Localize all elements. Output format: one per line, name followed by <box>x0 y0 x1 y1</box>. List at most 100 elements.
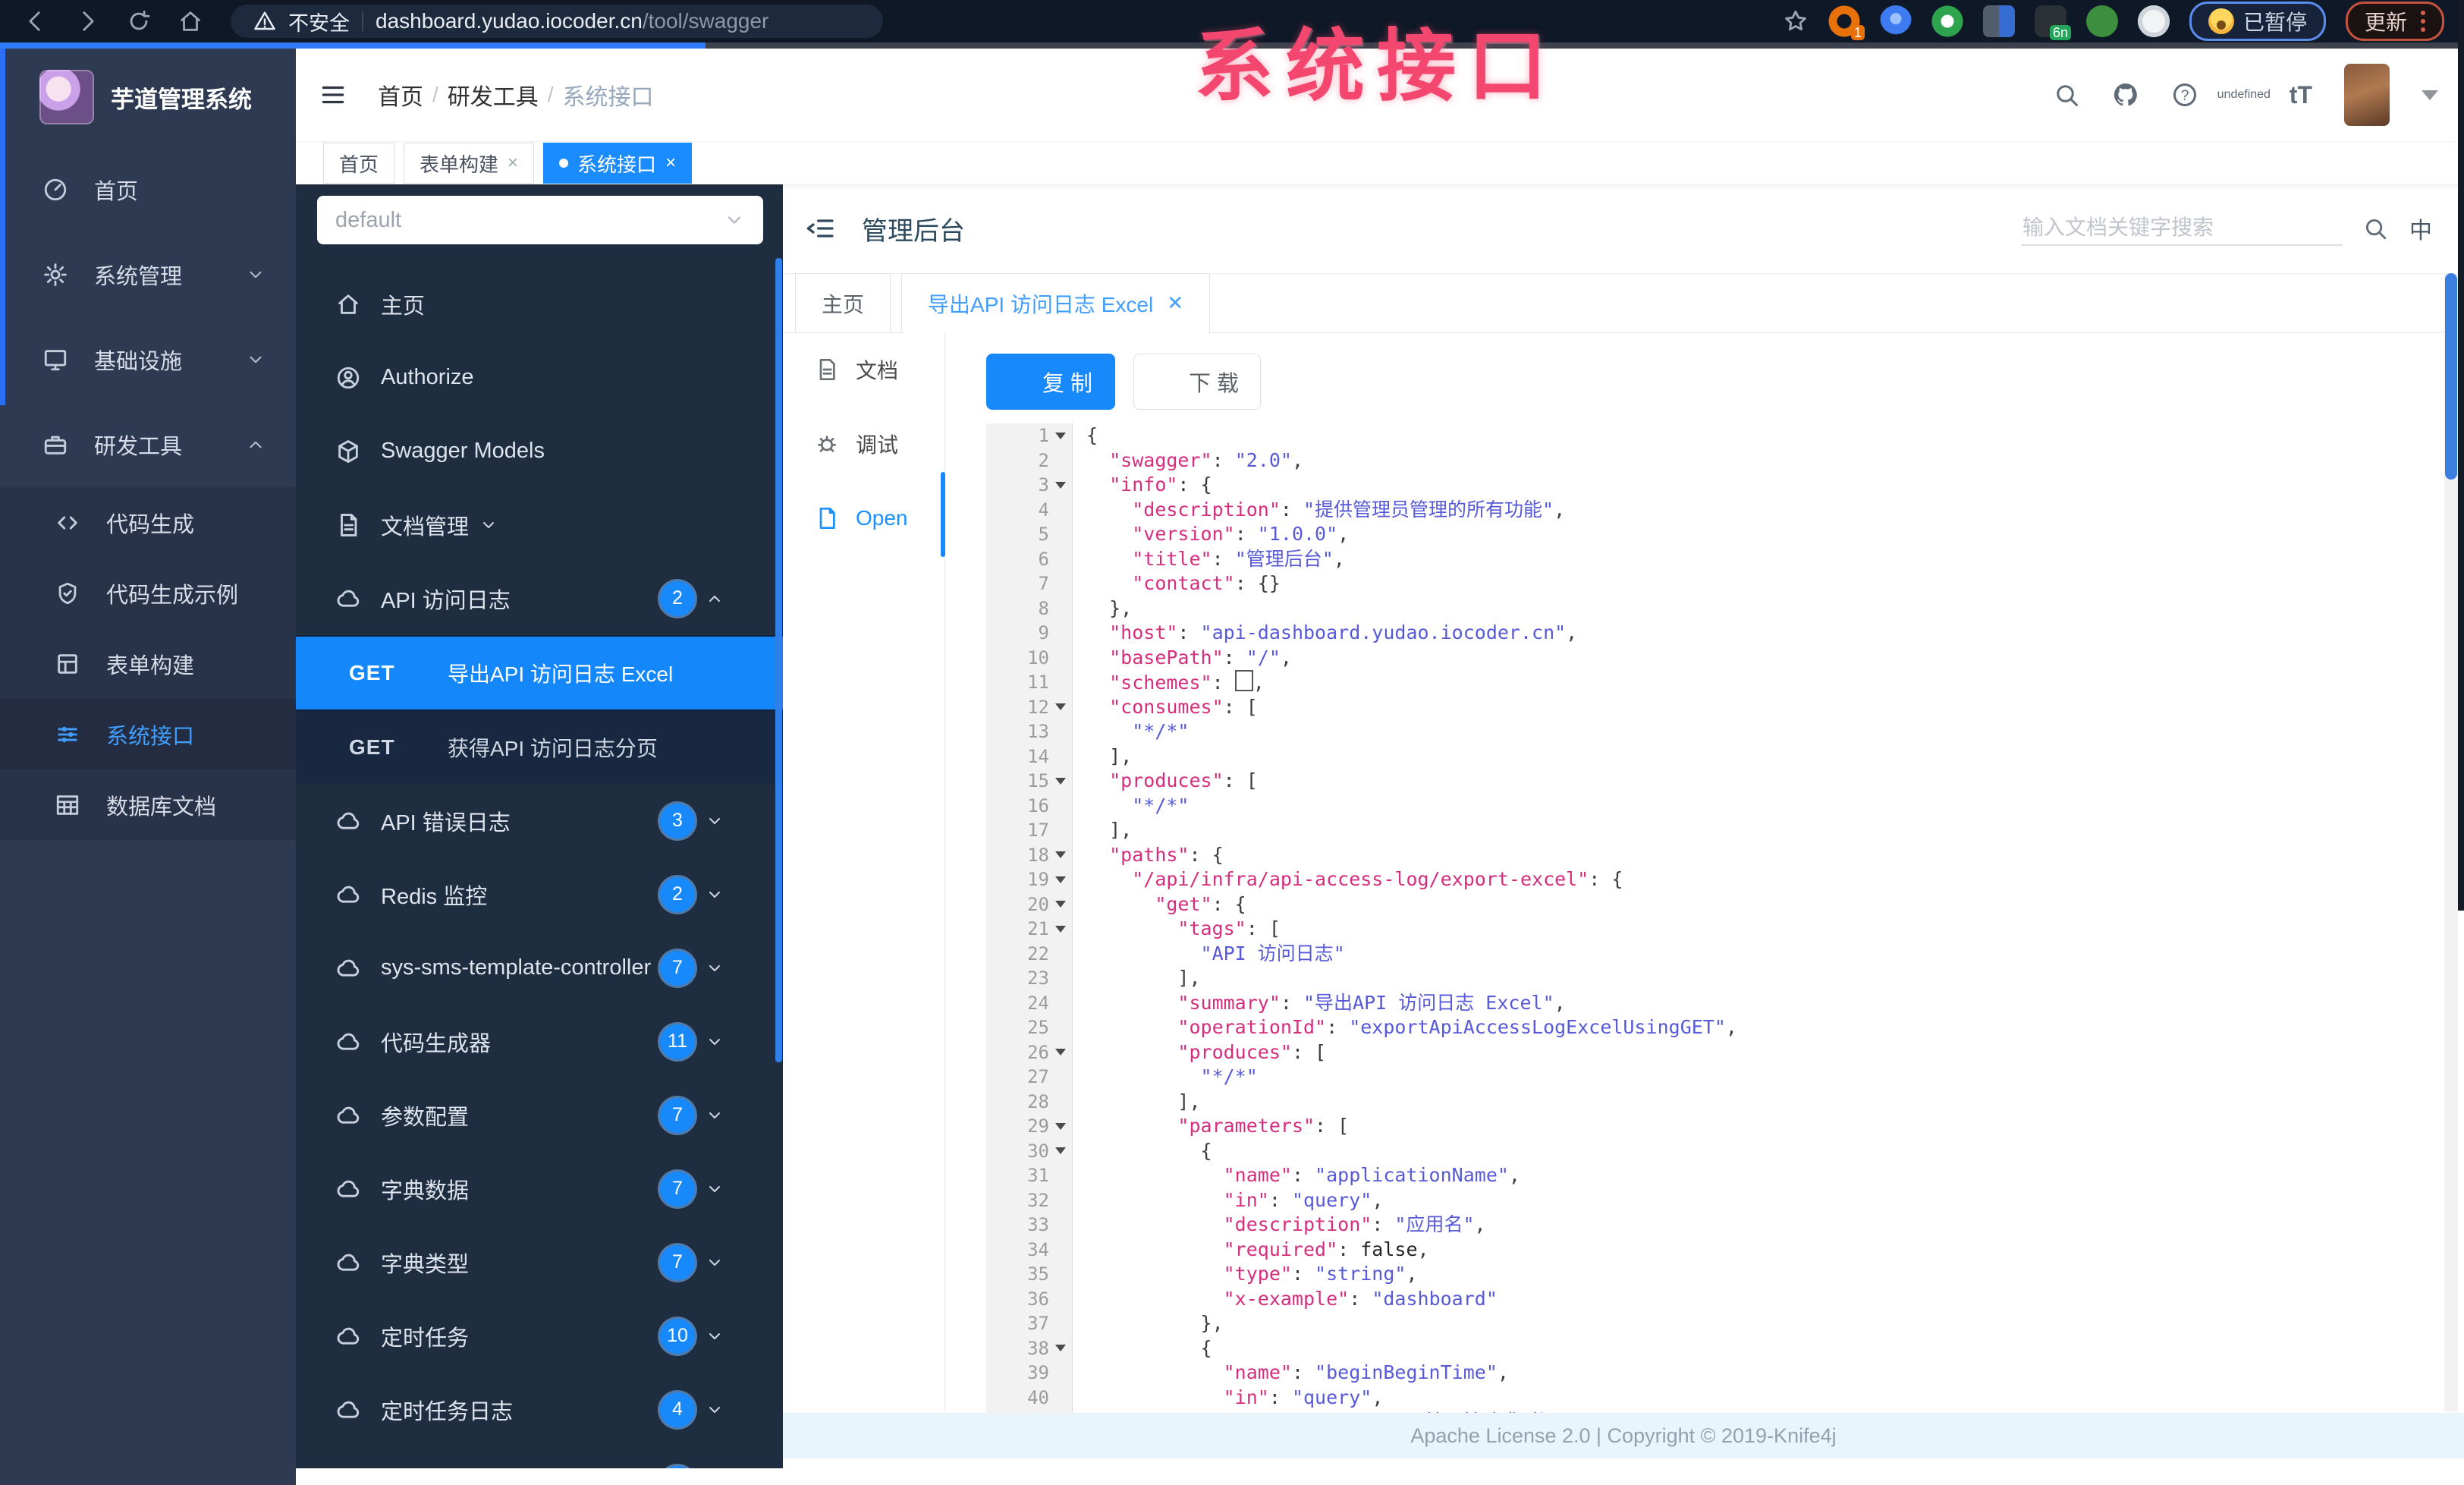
line-number[interactable]: 20 <box>986 892 1073 917</box>
line-number[interactable]: 37 <box>986 1311 1073 1336</box>
line-number[interactable]: 19 <box>986 867 1073 892</box>
sidebar-subitem-系统接口[interactable]: 系统接口 <box>0 699 296 769</box>
line-number[interactable]: 18 <box>986 842 1073 867</box>
page-scrollbar-thumb[interactable] <box>2445 273 2457 480</box>
line-number[interactable]: 36 <box>986 1286 1073 1311</box>
line-number[interactable]: 21 <box>986 917 1073 942</box>
fullscreen-icon[interactable]: undefined <box>2217 81 2271 109</box>
swagger-menu-文档管理[interactable]: 文档管理 <box>296 488 783 562</box>
swagger-menu-API 错误日志[interactable]: API 错误日志 3 <box>296 784 783 857</box>
font-size-icon[interactable]: tT <box>2290 81 2312 109</box>
swagger-menu-Swagger Models[interactable]: Swagger Models <box>296 414 783 488</box>
sidebar-item-基础设施[interactable]: 基础设施 <box>0 317 296 402</box>
green-circle-icon[interactable] <box>1931 5 1963 37</box>
fold-arrow-icon[interactable] <box>1055 1345 1066 1352</box>
download-button[interactable]: 下 载 <box>1133 354 1261 410</box>
orange-ring-icon[interactable]: 1 <box>1828 5 1865 40</box>
fold-arrow-icon[interactable] <box>1055 901 1066 908</box>
browser-reload-icon[interactable] <box>126 8 152 34</box>
help-icon[interactable]: ? <box>2171 81 2198 109</box>
close-icon[interactable]: ✕ <box>1167 291 1183 315</box>
fold-arrow-icon[interactable] <box>1055 1147 1066 1155</box>
line-number[interactable]: 26 <box>986 1040 1073 1065</box>
swagger-menu-主页[interactable]: 主页 <box>296 267 783 341</box>
bookmark-star-icon[interactable] <box>1783 8 1809 34</box>
avatar[interactable] <box>2344 64 2390 126</box>
browser-forward-icon[interactable] <box>74 8 100 34</box>
api-endpoint-row[interactable]: GET 导出API 访问日志 Excel <box>296 635 783 709</box>
fold-arrow-icon[interactable] <box>1055 851 1066 859</box>
white-flower-icon[interactable] <box>2137 5 2170 37</box>
fold-arrow-icon[interactable] <box>1055 1049 1066 1056</box>
app-logo[interactable]: 芋道管理系统 <box>0 49 296 147</box>
language-toggle[interactable]: 中 <box>2408 210 2434 247</box>
line-number[interactable]: 23 <box>986 966 1073 991</box>
view-tag-表单构建[interactable]: 表单构建 × <box>404 143 535 184</box>
sidebar-item-研发工具[interactable]: 研发工具 <box>0 402 296 487</box>
line-number[interactable]: 40 <box>986 1385 1073 1410</box>
menu-fold-icon[interactable] <box>806 213 836 244</box>
swagger-menu-参数配置[interactable]: 参数配置 7 <box>296 1078 783 1152</box>
sidebar-subitem-代码生成[interactable]: 代码生成 <box>0 487 296 558</box>
swagger-menu-定时任务[interactable]: 定时任务 10 <box>296 1299 783 1373</box>
view-tag-系统接口[interactable]: 系统接口 × <box>543 143 693 184</box>
line-number[interactable]: 33 <box>986 1213 1073 1238</box>
line-number[interactable]: 28 <box>986 1089 1073 1114</box>
search-icon[interactable] <box>2362 216 2388 241</box>
api-group-select[interactable]: default <box>317 196 763 244</box>
fold-arrow-icon[interactable] <box>1055 876 1066 883</box>
close-icon[interactable]: × <box>508 154 518 172</box>
line-number[interactable]: 39 <box>986 1361 1073 1386</box>
swagger-menu-sys-sms-template-controller[interactable]: sys-sms-template-controller 7 <box>296 931 783 1005</box>
address-bar[interactable]: 不安全 dashboard.yudao.iocoder.cn/tool/swag… <box>231 5 883 38</box>
copy-button[interactable]: 复 制 <box>986 354 1115 410</box>
line-number[interactable]: 16 <box>986 793 1073 818</box>
swagger-menu-定时任务日志[interactable]: 定时任务日志 4 <box>296 1373 783 1446</box>
line-number[interactable]: 14 <box>986 744 1073 769</box>
swagger-menu-字典数据[interactable]: 字典数据 7 <box>296 1152 783 1225</box>
paused-extension-pill[interactable]: 已暂停 <box>2189 2 2326 41</box>
swagger-menu-字典类型[interactable]: 字典类型 7 <box>296 1225 783 1299</box>
sidebar-subitem-代码生成示例[interactable]: 代码生成示例 <box>0 558 296 628</box>
swagger-menu-Authorize[interactable]: Authorize <box>296 341 783 414</box>
browser-update-button[interactable]: 更新 <box>2345 2 2444 41</box>
swagger-menu-岗位[interactable]: 岗位4 <box>296 1446 783 1468</box>
browser-back-icon[interactable] <box>23 8 49 34</box>
doc-search-input[interactable] <box>2021 211 2343 246</box>
line-number[interactable]: 15 <box>986 769 1073 794</box>
line-number[interactable]: 32 <box>986 1188 1073 1213</box>
sidebar-item-首页[interactable]: 首页 <box>0 147 296 232</box>
swagger-menu-API 访问日志[interactable]: API 访问日志 2 <box>296 562 783 635</box>
line-number[interactable]: 27 <box>986 1065 1073 1090</box>
sidebar-item-系统管理[interactable]: 系统管理 <box>0 232 296 317</box>
line-number[interactable]: 12 <box>986 694 1073 719</box>
line-number[interactable]: 6 <box>986 546 1073 571</box>
fold-arrow-icon[interactable] <box>1055 925 1066 933</box>
code-editor[interactable]: 1{2 "swagger": "2.0", 3 "info": {4 "descr… <box>986 423 2443 1440</box>
line-number[interactable]: 4 <box>986 497 1073 522</box>
doc-tab-导出API 访问日志 Excel[interactable]: 导出API 访问日志 Excel ✕ <box>901 273 1210 333</box>
caret-down-icon[interactable] <box>2422 90 2438 100</box>
close-icon[interactable]: × <box>665 154 676 172</box>
line-number[interactable]: 10 <box>986 645 1073 670</box>
doc-tab-主页[interactable]: 主页 <box>795 273 891 332</box>
green-app-icon[interactable] <box>2085 5 2118 37</box>
blue-pin-icon[interactable] <box>1879 5 1912 37</box>
line-number[interactable]: 3 <box>986 473 1073 498</box>
fold-arrow-icon[interactable] <box>1055 481 1066 489</box>
fold-arrow-icon[interactable] <box>1055 703 1066 711</box>
browser-home-icon[interactable] <box>178 8 203 34</box>
line-number[interactable]: 25 <box>986 1015 1073 1040</box>
line-number[interactable]: 11 <box>986 670 1073 695</box>
mini-nav-Open[interactable]: Open <box>783 481 944 555</box>
fold-arrow-icon[interactable] <box>1055 1122 1066 1130</box>
line-number[interactable]: 7 <box>986 571 1073 596</box>
line-number[interactable]: 29 <box>986 1114 1073 1139</box>
swagger-menu-Redis 监控[interactable]: Redis 监控 2 <box>296 857 783 931</box>
swagger-menu-代码生成器[interactable]: 代码生成器 11 <box>296 1005 783 1078</box>
line-number[interactable]: 38 <box>986 1336 1073 1361</box>
sidebar-collapse-icon[interactable] <box>319 80 347 109</box>
line-number[interactable]: 35 <box>986 1262 1073 1287</box>
view-tag-首页[interactable]: 首页 <box>323 143 395 184</box>
github-icon[interactable] <box>2112 81 2139 109</box>
